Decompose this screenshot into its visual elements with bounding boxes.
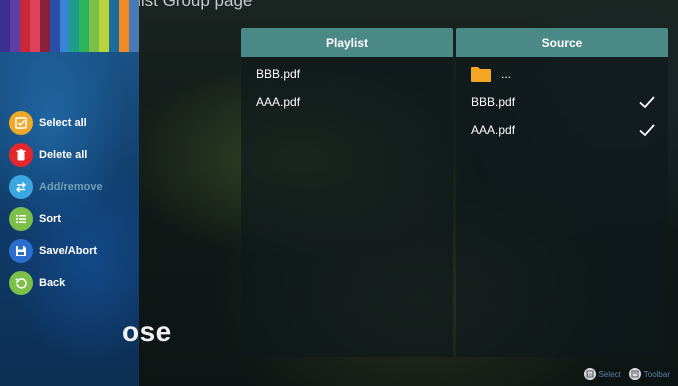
- playlist-item-name: BBB.pdf: [256, 67, 301, 81]
- source-list: ... BBB.pdf AAA.pdf: [456, 57, 668, 144]
- playlist-item[interactable]: AAA.pdf: [241, 88, 453, 116]
- playlist-list: BBB.pdf AAA.pdf: [241, 57, 453, 116]
- playlist-item-name: AAA.pdf: [256, 95, 301, 109]
- checkbox-icon: [9, 111, 33, 135]
- screen: Edit Playlist Group page Select all Dele…: [0, 0, 678, 386]
- playlist-header: Playlist: [241, 28, 453, 57]
- list-icon: [9, 207, 33, 231]
- checkmark-icon: [639, 96, 655, 109]
- background-text: ose: [122, 316, 172, 347]
- save-abort-label: Save/Abort: [39, 245, 98, 257]
- delete-all-label: Delete all: [39, 149, 88, 161]
- delete-all-button[interactable]: Delete all: [9, 139, 103, 171]
- select-all-button[interactable]: Select all: [9, 107, 103, 139]
- save-icon: [9, 239, 33, 263]
- folder-icon: [471, 66, 491, 82]
- back-button[interactable]: Back: [9, 267, 103, 299]
- swap-arrows-icon: [9, 175, 33, 199]
- back-arrow-icon: [9, 271, 33, 295]
- playlist-panel: Playlist BBB.pdf AAA.pdf: [241, 28, 453, 357]
- sidebar: Select all Delete all Add/remove Sort Sa…: [0, 0, 139, 386]
- source-file-item[interactable]: BBB.pdf: [456, 88, 668, 116]
- select-all-label: Select all: [39, 117, 87, 129]
- sort-label: Sort: [39, 213, 61, 225]
- toolbar-button-icon: [628, 368, 641, 380]
- parent-folder-item[interactable]: ...: [456, 60, 668, 88]
- svg-text:OK: OK: [587, 372, 593, 377]
- source-file-item[interactable]: AAA.pdf: [456, 116, 668, 144]
- source-header: Source: [456, 28, 668, 57]
- checkmark-icon: [639, 124, 655, 137]
- select-hint-label: Select: [598, 369, 621, 379]
- sidebar-banner-image: [0, 0, 139, 52]
- add-remove-button[interactable]: Add/remove: [9, 171, 103, 203]
- trash-icon: [9, 143, 33, 167]
- add-remove-label: Add/remove: [39, 181, 103, 193]
- save-abort-button[interactable]: Save/Abort: [9, 235, 103, 267]
- toolbar-hint-label: Toolbar: [643, 369, 670, 379]
- source-panel: Source ... BBB.pdf AAA.pdf: [456, 28, 668, 357]
- playlist-item[interactable]: BBB.pdf: [241, 60, 453, 88]
- sort-button[interactable]: Sort: [9, 203, 103, 235]
- footer-hints: OK Select Toolbar: [576, 368, 670, 380]
- sidebar-menu: Select all Delete all Add/remove Sort Sa…: [9, 107, 103, 299]
- ok-button-icon: OK: [583, 368, 596, 380]
- source-file-name: BBB.pdf: [471, 95, 516, 109]
- source-file-name: AAA.pdf: [471, 123, 516, 137]
- back-label: Back: [39, 277, 66, 289]
- parent-folder-label: ...: [501, 67, 512, 81]
